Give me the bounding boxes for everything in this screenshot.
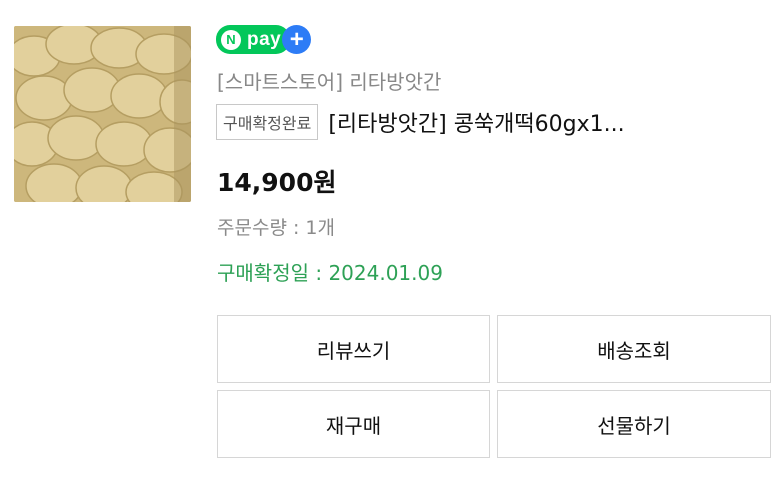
product-title-row: 구매확정완료 [리타방앗간] 콩쑥개떡60gx1... bbox=[216, 104, 768, 140]
tracking-button[interactable]: 배송조회 bbox=[497, 315, 771, 383]
npay-logo: N pay bbox=[216, 25, 291, 54]
status-badge: 구매확정완료 bbox=[216, 104, 319, 140]
gift-button[interactable]: 선물하기 bbox=[497, 390, 771, 458]
store-name[interactable]: [스마트스토어] 리타방앗간 bbox=[217, 66, 441, 95]
rebuy-button[interactable]: 재구매 bbox=[217, 390, 490, 458]
review-button[interactable]: 리뷰쓰기 bbox=[217, 315, 490, 383]
order-quantity: 주문수량 : 1개 bbox=[217, 217, 335, 239]
plus-icon: + bbox=[282, 25, 312, 54]
product-thumbnail[interactable] bbox=[14, 26, 191, 202]
npay-plus-badge: N pay + bbox=[216, 25, 312, 54]
product-price: 14,900원 bbox=[217, 168, 337, 197]
product-title[interactable]: [리타방앗간] 콩쑥개떡60gx1... bbox=[328, 106, 768, 138]
purchase-confirm-date: 구매확정일 : 2024.01.09 bbox=[217, 261, 443, 285]
npay-n-icon: N bbox=[221, 29, 241, 50]
rice-cake-image bbox=[14, 26, 191, 202]
npay-label: pay bbox=[247, 28, 282, 50]
